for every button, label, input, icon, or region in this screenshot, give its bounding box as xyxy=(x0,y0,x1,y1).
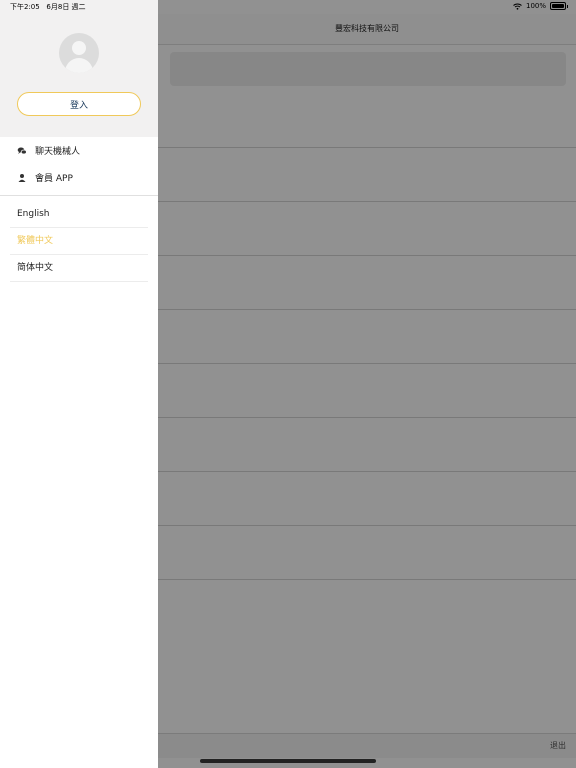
status-bar: 下午2:05 6月8日 週二 100% xyxy=(0,0,576,14)
menu-item-label: 會員 APP xyxy=(35,174,73,184)
menu-item-member-app[interactable]: 會員 APP xyxy=(0,164,158,191)
chat-icon xyxy=(17,147,27,154)
status-date: 6月8日 週二 xyxy=(46,3,86,11)
battery-percent: 100% xyxy=(525,2,546,10)
avatar-icon xyxy=(59,33,99,73)
side-drawer: 登入 聊天機械人 會員 APP English 繁體中文 简体中文 xyxy=(0,0,158,768)
divider xyxy=(0,195,158,196)
drawer-header: 登入 xyxy=(0,0,158,137)
language-english[interactable]: English xyxy=(0,201,158,228)
drawer-menu: 聊天機械人 會員 APP xyxy=(0,137,158,191)
login-button[interactable]: 登入 xyxy=(17,92,141,116)
menu-item-label: 聊天機械人 xyxy=(35,147,81,157)
status-time: 下午2:05 6月8日 週二 xyxy=(10,2,86,12)
wifi-icon xyxy=(513,3,522,10)
home-indicator xyxy=(200,759,376,763)
person-icon xyxy=(18,173,26,182)
menu-item-chatbot[interactable]: 聊天機械人 xyxy=(0,137,158,164)
battery-icon xyxy=(550,2,568,10)
status-right: 100% xyxy=(513,2,568,10)
language-list: English 繁體中文 简体中文 xyxy=(0,201,158,282)
status-time-value: 下午2:05 xyxy=(10,3,40,11)
language-traditional-chinese[interactable]: 繁體中文 xyxy=(0,228,158,255)
language-simplified-chinese[interactable]: 简体中文 xyxy=(0,255,158,282)
